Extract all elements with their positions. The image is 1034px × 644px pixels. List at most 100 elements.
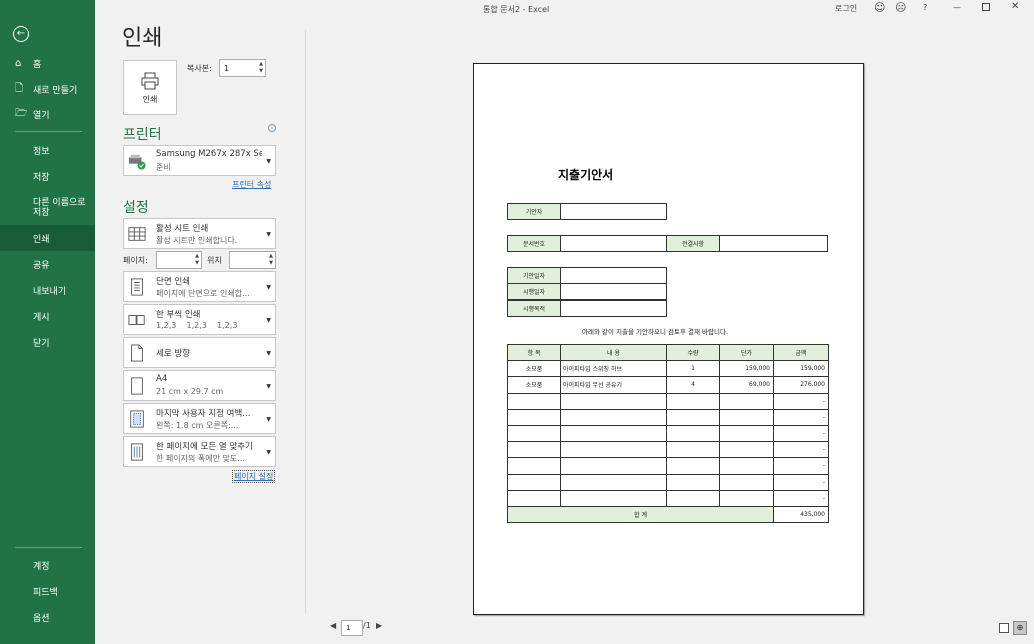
table-cell: - (773, 473, 829, 491)
printer-section-title: 프린터 (123, 127, 162, 143)
table-cell (719, 425, 774, 443)
spin-arrows-icon[interactable]: ▲ ▼ (195, 253, 199, 267)
table-header-cell: 내 용 (560, 344, 667, 362)
chevron-down-icon: ▼ (266, 284, 271, 291)
table-header-cell: 수량 (666, 344, 720, 362)
table-cell (666, 441, 720, 459)
orientation-dropdown[interactable]: 세로 방향 ▼ (123, 337, 276, 368)
info-icon[interactable]: i (268, 124, 276, 132)
sidebar-item-print[interactable]: 인쇄 (0, 225, 95, 251)
spin-arrows-icon[interactable]: ▲ ▼ (269, 253, 273, 267)
table-cell (507, 441, 561, 459)
spin-arrows-icon[interactable]: ▲ ▼ (259, 61, 263, 75)
login-link[interactable]: 로그인 (835, 3, 857, 14)
back-arrow-icon[interactable]: ← (13, 26, 29, 42)
collate-icon (128, 315, 145, 325)
date1-label: 기안일자 (507, 267, 561, 284)
print-what-dropdown[interactable]: 활성 시트 인쇄 활성 시트만 인쇄합니다. ▼ (123, 218, 276, 249)
page-title: 인쇄 (122, 26, 163, 51)
show-margins-icon[interactable] (999, 623, 1009, 633)
minimize-icon[interactable]: — (953, 3, 961, 12)
sidebar-item-new[interactable]: 🗋 새로 만들기 (0, 77, 95, 101)
paper-size-icon (131, 377, 143, 395)
table-cell: - (773, 441, 829, 459)
table-cell: - (773, 489, 829, 507)
single-side-icon (131, 278, 143, 296)
margins-icon (130, 410, 144, 428)
table-header-cell: 항 목 (507, 344, 561, 362)
table-cell: 소모품 (507, 376, 561, 394)
docno-value (560, 235, 667, 252)
pages-to-input[interactable]: ▲ ▼ (229, 251, 276, 269)
help-icon[interactable]: ? (923, 3, 927, 12)
table-cell: 69,000 (719, 376, 774, 394)
sidebar-item-feedback[interactable]: 피드백 (0, 579, 95, 603)
page-setup-link[interactable]: 페이지 설정 (232, 470, 276, 483)
sidebar-item-export[interactable]: 내보내기 (0, 278, 95, 302)
printer-properties-link[interactable]: 프린터 속성 (232, 179, 271, 190)
chevron-down-icon: ▼ (266, 231, 271, 238)
table-cell: - (773, 408, 829, 426)
sidebar-item-save-as[interactable]: 다른 이름으로 저장 (0, 194, 95, 222)
collate-dropdown[interactable]: 한 부씩 인쇄 1,2,3 1,2,3 1,2,3 ▼ (123, 304, 276, 335)
table-cell (719, 441, 774, 459)
table-cell (719, 392, 774, 410)
pages-label: 페이지: (123, 256, 148, 265)
table-cell (560, 441, 667, 459)
pages-from-input[interactable]: ▲ ▼ (156, 251, 202, 269)
drafter-label: 기안자 (507, 203, 561, 220)
sidebar-item-info[interactable]: 정보 (0, 138, 95, 162)
sidebar-item-options[interactable]: 옵션 (0, 605, 95, 629)
table-cell: 159,000 (773, 360, 829, 378)
table-cell (560, 408, 667, 426)
table-cell (507, 473, 561, 491)
sidebar-item-close[interactable]: 닫기 (0, 330, 95, 354)
maximize-icon[interactable] (982, 3, 990, 11)
table-cell (507, 489, 561, 507)
folder-open-icon: 🗁 (15, 107, 28, 119)
print-button[interactable]: 인쇄 (123, 60, 177, 115)
next-page-icon[interactable]: ▶ (376, 621, 382, 630)
smile-icon[interactable]: ☺ (874, 1, 885, 14)
zoom-to-page-icon[interactable]: ⊕ (1013, 621, 1027, 635)
close-icon[interactable]: ✕ (1011, 1, 1019, 12)
sidebar-item-home[interactable]: ⌂ 홈 (0, 51, 95, 75)
table-cell (719, 408, 774, 426)
prev-page-icon[interactable]: ◀ (330, 621, 336, 630)
sidebar-item-save[interactable]: 저장 (0, 164, 95, 188)
sidebar-item-account[interactable]: 계정 (0, 553, 95, 577)
table-cell: 아이피타임 스위칭 허브 (560, 360, 667, 378)
chevron-down-icon: ▼ (266, 449, 271, 456)
table-header-cell: 금액 (773, 344, 829, 362)
table-cell (507, 457, 561, 475)
link-label: 전결사항 (666, 235, 720, 252)
printer-icon (141, 72, 159, 89)
backstage-sidebar: ← ⌂ 홈 🗋 새로 만들기 🗁 열기 정보 저장 다른 이름으로 저장 인쇄 공유 … (0, 0, 95, 644)
copies-input[interactable]: 1 ▲ ▼ (219, 59, 266, 77)
printer-dropdown[interactable]: Samsung M267x 287x Se... 준비 ▼ (123, 145, 276, 176)
total-value: 435,000 (773, 506, 829, 524)
frown-icon[interactable]: ☹ (895, 1, 906, 14)
table-cell (666, 425, 720, 443)
page-number-input[interactable]: 1 (341, 620, 363, 636)
link-value (719, 235, 828, 252)
purpose-label: 시행목적 (507, 300, 561, 317)
docno-label: 문서번호 (507, 235, 561, 252)
paper-size-dropdown[interactable]: A4 21 cm x 29.7 cm ▼ (123, 370, 276, 401)
table-cell: - (773, 392, 829, 410)
total-label: 합 계 (507, 506, 774, 524)
fit-columns-icon (131, 443, 143, 461)
portrait-icon (131, 344, 143, 362)
date2-label: 시행일자 (507, 283, 561, 300)
sidebar-item-publish[interactable]: 게시 (0, 304, 95, 328)
table-cell: 4 (666, 376, 720, 394)
settings-section-title: 설정 (123, 200, 149, 216)
margins-dropdown[interactable]: 마지막 사용자 지정 여백... 왼쪽: 1.8 cm 오른쪽:... ▼ (123, 403, 276, 434)
scaling-dropdown[interactable]: 한 페이지에 모든 열 맞추기 한 페이지의 폭에만 맞도... ▼ (123, 436, 276, 467)
sidebar-item-open[interactable]: 🗁 열기 (0, 102, 95, 126)
sides-dropdown[interactable]: 단면 인쇄 페이지에 단면으로 인쇄합... ▼ (123, 271, 276, 302)
printer-status: 준비 (156, 163, 171, 172)
table-cell (560, 425, 667, 443)
sidebar-item-share[interactable]: 공유 (0, 252, 95, 276)
table-cell (719, 489, 774, 507)
